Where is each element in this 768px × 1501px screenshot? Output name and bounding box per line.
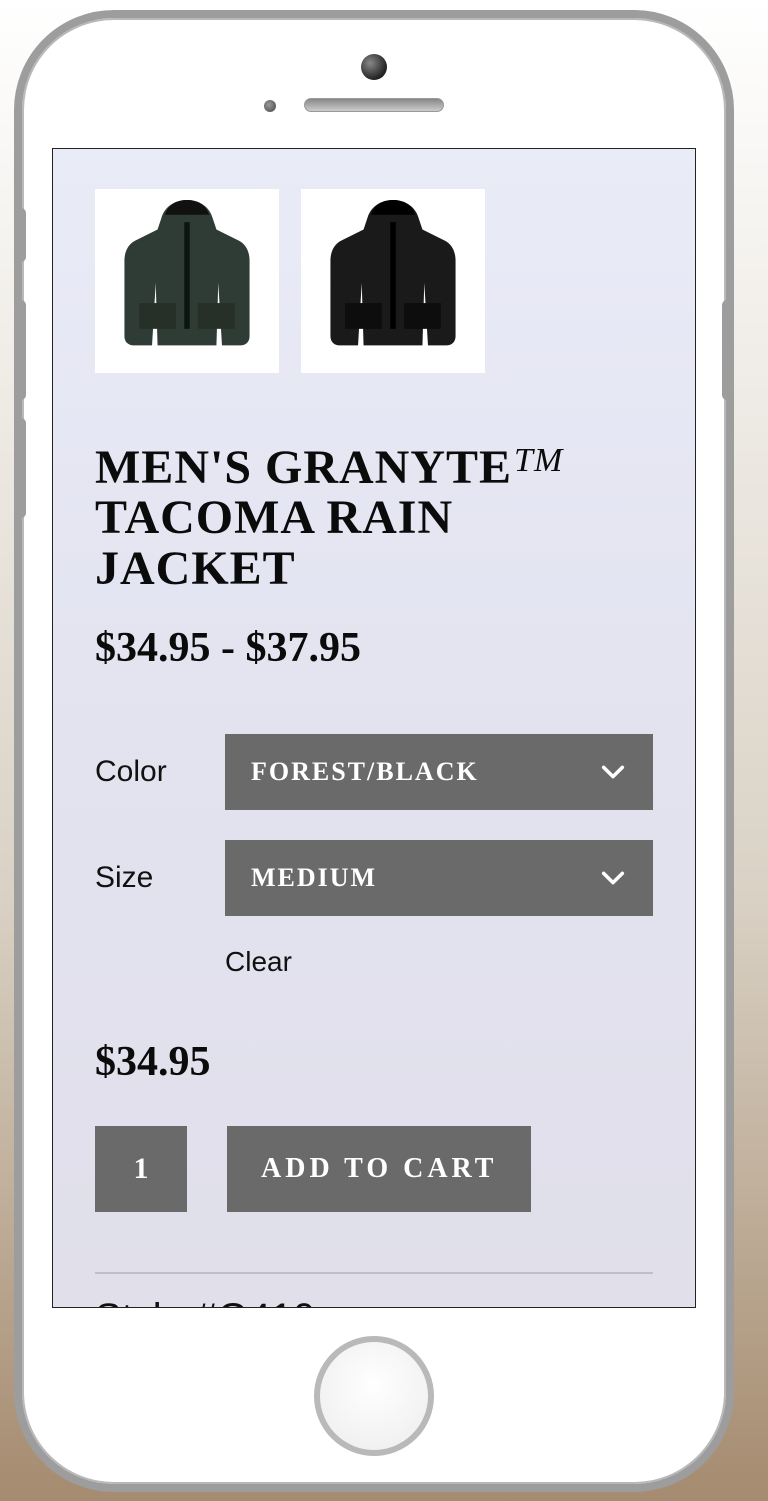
product-page: MEN'S GRANYTETM TACOMA RAIN JACKET $34.9… [53,149,695,1308]
clear-row: Clear [225,946,653,978]
size-select-value: MEDIUM [251,863,377,893]
front-camera-icon [361,54,387,80]
chevron-down-icon [599,758,627,786]
color-select[interactable]: FOREST/BLACK [225,734,653,810]
color-option-row: Color FOREST/BLACK [95,734,653,810]
section-divider [95,1272,653,1274]
earpiece-speaker [304,98,444,112]
cart-row: 1 ADD TO CART [95,1126,653,1212]
size-option-row: Size MEDIUM [95,840,653,916]
proximity-sensor-icon [264,100,276,112]
selected-price: $34.95 [95,1038,653,1086]
app-screen: MEN'S GRANYTETM TACOMA RAIN JACKET $34.9… [52,148,696,1308]
trademark-symbol: TM [514,442,563,479]
jacket-forest-icon [95,189,279,373]
product-style-id: Style #G410 [95,1296,653,1308]
home-button[interactable] [314,1336,434,1456]
volume-up [16,300,26,400]
color-select-value: FOREST/BLACK [251,757,479,787]
product-title-line1: MEN'S GRANYTE [95,441,512,494]
product-title: MEN'S GRANYTETM TACOMA RAIN JACKET [95,443,653,594]
add-to-cart-button[interactable]: ADD TO CART [227,1126,531,1212]
jacket-black-icon [301,189,485,373]
quantity-input[interactable]: 1 [95,1126,187,1212]
product-title-line2: TACOMA RAIN JACKET [95,491,453,594]
phone-frame: MEN'S GRANYTETM TACOMA RAIN JACKET $34.9… [14,10,734,1492]
volume-down [16,418,26,518]
clear-options-link[interactable]: Clear [225,946,292,977]
phone-bezel: MEN'S GRANYTETM TACOMA RAIN JACKET $34.9… [28,24,720,1478]
size-label: Size [95,861,185,895]
chevron-down-icon [599,864,627,892]
price-range: $34.95 - $37.95 [95,624,653,672]
product-thumb-forest[interactable] [95,189,279,373]
product-thumbnails [95,189,653,373]
color-label: Color [95,755,185,789]
size-select[interactable]: MEDIUM [225,840,653,916]
power-button [722,300,732,400]
product-thumb-black[interactable] [301,189,485,373]
mute-switch [16,208,26,262]
